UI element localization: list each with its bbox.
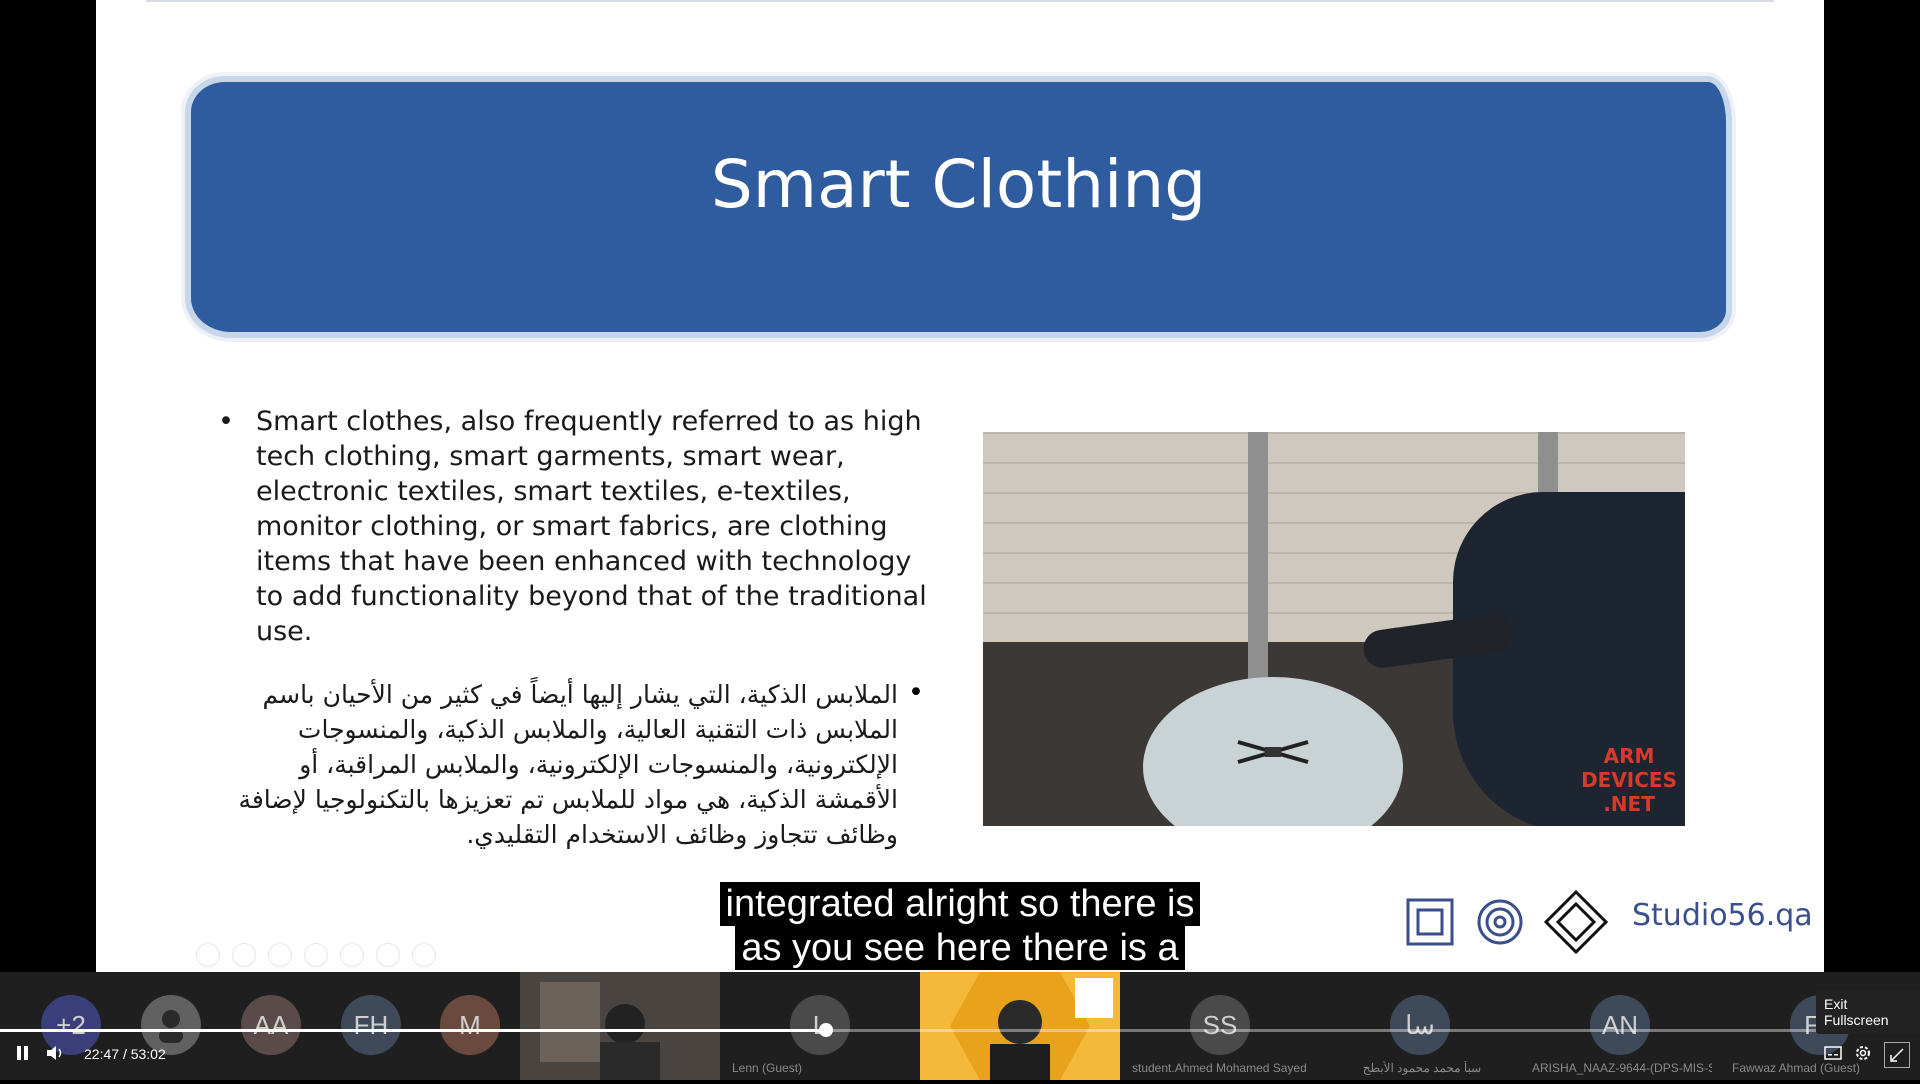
webcam-feed-icon [920, 972, 1120, 1080]
bullet-english: Smart clothes, also frequently referred … [218, 404, 936, 649]
participant-video-tile[interactable] [920, 972, 1120, 1080]
embedded-video[interactable]: ARM DEVICES .NET [983, 432, 1685, 826]
participant-tile[interactable]: FH [300, 972, 401, 1080]
seek-bar[interactable] [0, 1023, 1920, 1037]
avatar: M [440, 995, 500, 1055]
seek-handle[interactable] [818, 1023, 833, 1037]
video-watermark: ARM DEVICES .NET [1581, 744, 1677, 816]
captions-button[interactable] [1824, 1046, 1842, 1063]
volume-button[interactable] [46, 1044, 66, 1065]
participant-name: Lenn (Guest) [732, 1061, 803, 1075]
avatar: SS [1190, 995, 1250, 1055]
caption-line-2: as you see here there is a [735, 926, 1185, 970]
participant-video-tile[interactable] [520, 972, 720, 1080]
settings-button[interactable] [1854, 1044, 1872, 1065]
avatar: سا [1390, 995, 1450, 1055]
tooltip: Exit Fullscreen [1816, 990, 1920, 1034]
bullet-arabic: الملابس الذكية، التي يشار إليها أيضاً في… [238, 680, 898, 849]
time-separator: / [122, 1046, 127, 1062]
webcam-feed-icon [540, 982, 660, 1080]
current-time: 22:47 [84, 1046, 120, 1062]
participant-tile[interactable]: AA [200, 972, 301, 1080]
avatar: FH [341, 995, 401, 1055]
time-display: 22:47 / 53:02 [84, 1046, 166, 1062]
participant-tile[interactable] [100, 972, 201, 1080]
exit-fullscreen-button[interactable] [1884, 1042, 1910, 1068]
title-banner: Smart Clothing [191, 82, 1726, 332]
caption-box: integrated alright so there is as you se… [0, 882, 1920, 970]
slide-title: Smart Clothing [710, 146, 1207, 223]
presentation-slide: Smart Clothing Smart clothes, also frequ… [96, 0, 1824, 972]
bullet-list: Smart clothes, also frequently referred … [218, 404, 1018, 852]
participant-tile[interactable]: SS student.Ahmed Mohamed Sayed [1120, 972, 1320, 1080]
volume-icon [47, 1046, 62, 1060]
bullet-dot: • [908, 677, 924, 708]
participant-tile[interactable]: M [400, 972, 520, 1080]
seek-bar-played [0, 1029, 826, 1032]
participant-name: student.Ahmed Mohamed Sayed [1132, 1061, 1307, 1075]
gear-icon [1856, 1046, 1870, 1060]
duration: 53:02 [130, 1046, 166, 1062]
participant-name: سبأ محمد محمود الأبطح [1362, 1061, 1482, 1075]
pause-button[interactable] [16, 1045, 30, 1064]
participant-strip: +2 AA FH M L Lenn (Guest) SS st [0, 972, 1920, 1080]
avatar: AA [241, 995, 301, 1055]
avatar: AN [1590, 995, 1650, 1055]
drone-icon [1237, 740, 1309, 764]
participant-tile[interactable]: AN ARISHA_NAAZ-9644-(DPS-MIS-Stu... [1520, 972, 1720, 1080]
pause-icon [17, 1046, 28, 1060]
user-photo-icon [159, 1010, 183, 1043]
slide-top-rule [146, 0, 1774, 2]
participant-tile[interactable]: سا سبأ محمد محمود الأبطح [1320, 972, 1520, 1080]
caption-line-1: integrated alright so there is [719, 882, 1201, 926]
participant-name: ARISHA_NAAZ-9644-(DPS-MIS-Stu... [1532, 1061, 1712, 1075]
captions-icon [1824, 1046, 1842, 1060]
exit-fullscreen-icon [1890, 1048, 1904, 1062]
